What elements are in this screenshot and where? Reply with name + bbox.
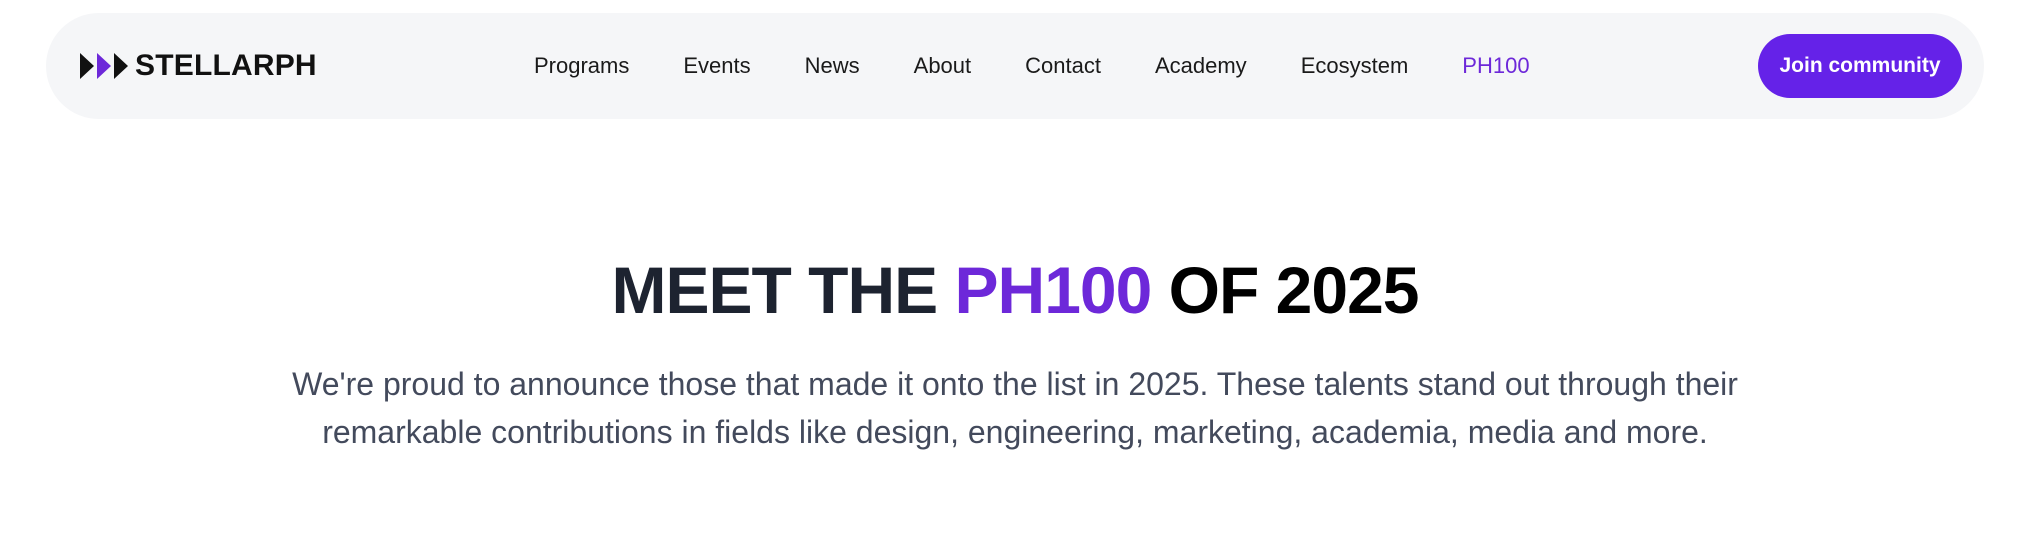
logo-text: STELLARPH bbox=[135, 49, 317, 82]
nav-link-contact[interactable]: Contact bbox=[1025, 53, 1101, 79]
nav-link-news[interactable]: News bbox=[805, 53, 860, 79]
arrow-icon-black-2 bbox=[114, 53, 128, 79]
hero-subtitle: We're proud to announce those that made … bbox=[292, 366, 1738, 450]
nav-links: Programs Events News About Contact Acade… bbox=[534, 13, 1584, 119]
hero-title: MEET THE PH100 OF 2025 bbox=[0, 252, 2030, 328]
nav-link-ecosystem[interactable]: Ecosystem bbox=[1301, 53, 1409, 79]
hero-title-part2: OF 2025 bbox=[1168, 253, 1420, 327]
top-navbar: STELLARPH Programs Events News About Con… bbox=[46, 13, 1984, 119]
arrow-icon-black-1 bbox=[80, 53, 94, 79]
hero-title-part1: MEET THE bbox=[611, 253, 938, 327]
nav-link-events[interactable]: Events bbox=[683, 53, 750, 79]
logo-link[interactable]: STELLARPH bbox=[80, 13, 317, 119]
page: STELLARPH Programs Events News About Con… bbox=[0, 0, 2030, 534]
nav-link-about[interactable]: About bbox=[914, 53, 972, 79]
triple-play-arrows-icon bbox=[80, 53, 128, 79]
nav-link-academy[interactable]: Academy bbox=[1155, 53, 1247, 79]
hero-title-accent: PH100 bbox=[954, 253, 1153, 327]
nav-link-ph100[interactable]: PH100 bbox=[1462, 53, 1529, 79]
nav-link-programs[interactable]: Programs bbox=[534, 53, 629, 79]
arrow-icon-purple bbox=[97, 53, 111, 79]
join-community-button[interactable]: Join community bbox=[1758, 34, 1962, 98]
